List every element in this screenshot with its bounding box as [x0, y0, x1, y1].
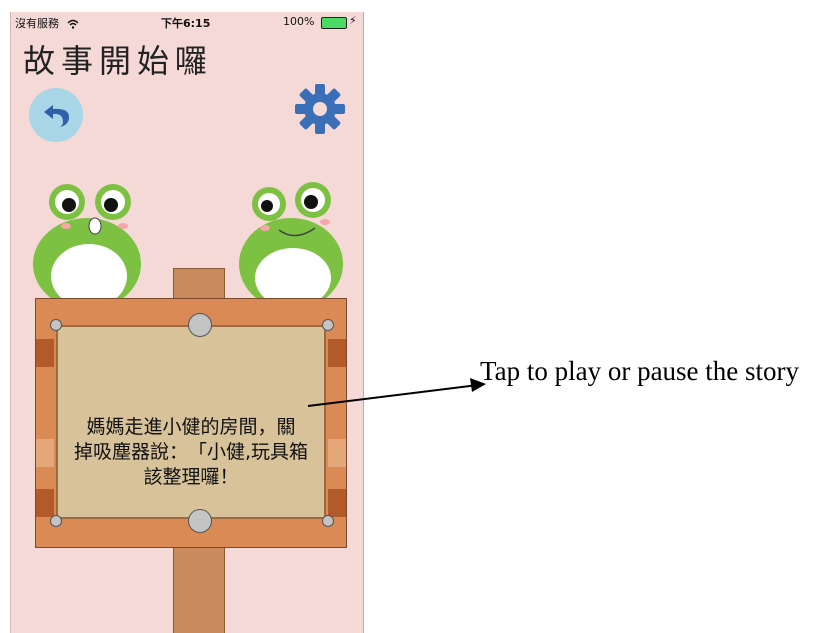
annotation-label: Tap to play or pause the story: [480, 356, 800, 386]
annotation-arrow: [307, 378, 486, 407]
